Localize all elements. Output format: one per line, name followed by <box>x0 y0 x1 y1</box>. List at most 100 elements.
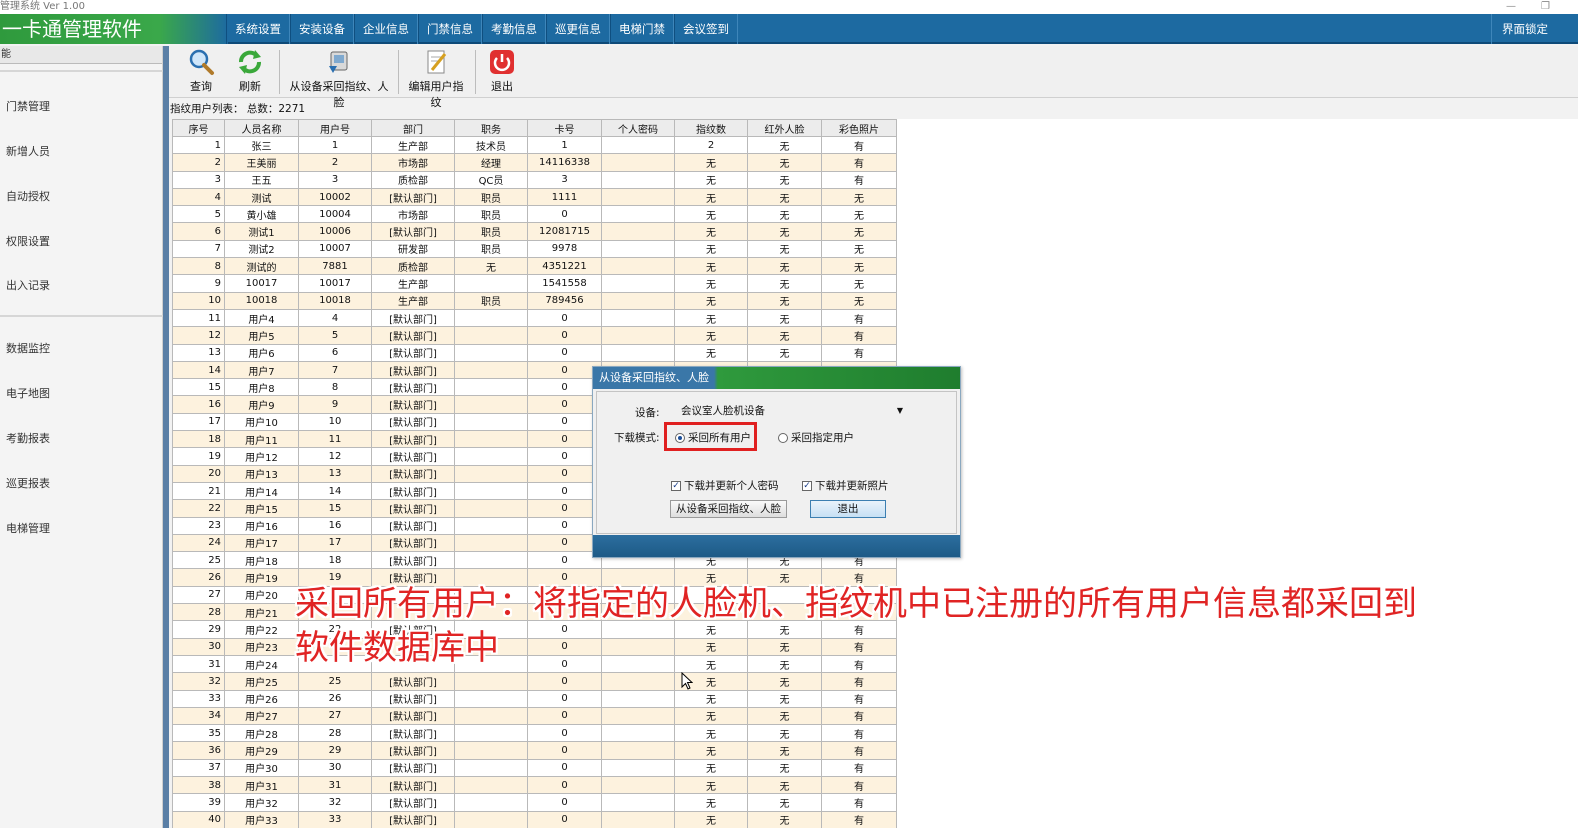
dialog-exit-button[interactable]: 退出 <box>810 500 886 518</box>
column-header[interactable]: 人员名称 <box>224 119 299 137</box>
query-button[interactable]: 查询 <box>185 48 217 94</box>
menu-items: 系统设置 安装设备 企业信息 门禁信息 考勤信息 巡更信息 电梯门禁 会议签到 <box>226 14 738 44</box>
menu-access-info[interactable]: 门禁信息 <box>418 14 482 44</box>
device-select[interactable]: 会议室人脸机设备 ▼ <box>675 402 909 420</box>
sidebar-item-data-monitor[interactable]: 数据监控 <box>6 340 50 356</box>
menu-company-info[interactable]: 企业信息 <box>354 14 418 44</box>
column-header[interactable]: 彩色照片 <box>821 119 897 137</box>
table-cell: 用户4 <box>224 308 299 328</box>
table-row[interactable]: 13 用户6 6 [默认部门] 0 无无有 <box>172 343 897 362</box>
table-row[interactable]: 7 测试2 10007 研发部 职员 9978 无无无 <box>172 239 897 259</box>
checkbox-update-photo[interactable]: ✓ 下载并更新照片 <box>802 478 889 493</box>
sidebar-item-auto-authorize[interactable]: 自动授权 <box>6 188 50 204</box>
table-row[interactable]: 9 10017 10017 生产部 1541558 无无无 <box>172 274 897 293</box>
sidebar-item-access-records[interactable]: 出入记录 <box>6 277 50 293</box>
lock-ui-button[interactable]: 界面锁定 <box>1491 14 1558 44</box>
exit-button[interactable]: 退出 <box>487 48 517 94</box>
sidebar-item-patrol-report[interactable]: 巡更报表 <box>6 475 50 491</box>
table-row[interactable]: 35 用户28 28 [默认部门] 0 无无有 <box>172 724 897 743</box>
sidebar-item-add-person[interactable]: 新增人员 <box>6 143 50 159</box>
dialog-fetch-button[interactable]: 从设备采回指纹、人脸 <box>670 500 787 518</box>
table-cell: 无 <box>747 689 822 708</box>
refresh-button[interactable]: 刷新 <box>234 48 266 94</box>
table-row[interactable]: 32 用户25 25 [默认部门] 0 无无有 <box>172 672 897 691</box>
table-row[interactable]: 12 用户5 5 [默认部门] 0 无无有 <box>172 326 897 345</box>
table-cell: 2 <box>674 135 748 155</box>
table-cell <box>454 326 528 345</box>
table-cell: 无 <box>674 239 748 259</box>
table-row[interactable]: 8 测试的 7881 质检部无 4351221 无无无 <box>172 257 897 276</box>
menu-patrol-info[interactable]: 巡更信息 <box>546 14 610 44</box>
table-cell: 测试1 <box>224 222 299 241</box>
radio-fetch-specific[interactable]: 采回指定用户 <box>778 430 854 445</box>
table-cell: [默认部门] <box>371 551 455 570</box>
table-row[interactable]: 1 张三 1 生产部 技术员 1 2 无有 <box>172 135 897 155</box>
table-cell: 用户17 <box>224 533 299 553</box>
table-cell: 17 <box>172 412 225 432</box>
table-cell: 0 <box>527 499 602 518</box>
sidebar-item-elevator-management[interactable]: 电梯管理 <box>6 520 50 536</box>
table-cell: 用户33 <box>224 810 299 828</box>
menu-system-settings[interactable]: 系统设置 <box>226 14 290 44</box>
column-header[interactable]: 序号 <box>172 119 225 137</box>
column-header[interactable]: 卡号 <box>527 119 602 137</box>
column-header[interactable]: 个人密码 <box>601 119 675 137</box>
table-cell: [默认部门] <box>371 810 455 828</box>
sidebar-item-access-control[interactable]: 门禁管理 <box>6 98 50 114</box>
table-row[interactable]: 36 用户29 29 [默认部门] 0 无无有 <box>172 741 897 760</box>
table-row[interactable]: 11 用户4 4 [默认部门] 0 无无有 <box>172 308 897 328</box>
table-cell <box>454 706 528 726</box>
restore-icon[interactable]: ❐ <box>1541 0 1550 14</box>
table-cell: 有 <box>821 689 897 708</box>
column-header[interactable]: 用户号 <box>298 119 372 137</box>
menu-install-device[interactable]: 安装设备 <box>290 14 354 44</box>
sidebar-splitter[interactable] <box>163 46 169 828</box>
column-header[interactable]: 红外人脸 <box>747 119 822 137</box>
table-cell: 用户6 <box>224 343 299 362</box>
minimize-icon[interactable]: — <box>1506 0 1516 14</box>
table-cell: 王美丽 <box>224 153 299 172</box>
table-cell: 10007 <box>298 239 372 259</box>
table-row[interactable]: 10 10018 10018 生产部 职员 789456 无无无 <box>172 291 897 310</box>
table-cell: 无 <box>747 758 822 777</box>
table-cell: 职员 <box>454 187 528 207</box>
table-cell: 1 <box>172 135 225 155</box>
checkbox-update-password[interactable]: ✓ 下载并更新个人密码 <box>671 478 779 493</box>
table-row[interactable]: 34 用户27 27 [默认部门] 0 无无有 <box>172 706 897 726</box>
table-row[interactable]: 4 测试 10002 [默认部门] 职员 1111 无无无 <box>172 187 897 207</box>
edit-fingerprint-button[interactable]: 编辑用户指纹 <box>404 48 468 110</box>
sidebar-item-e-map[interactable]: 电子地图 <box>6 385 50 401</box>
table-row[interactable]: 37 用户30 30 [默认部门] 0 无无有 <box>172 758 897 777</box>
table-cell: 28 <box>298 724 372 743</box>
app-brand: 一卡通管理软件 <box>0 14 228 44</box>
table-row[interactable]: 6 测试1 10006 [默认部门] 职员 12081715 无无无 <box>172 222 897 241</box>
table-cell: [默认部门] <box>371 672 455 691</box>
table-cell: 5 <box>298 326 372 345</box>
table-row[interactable]: 33 用户26 26 [默认部门] 0 无无有 <box>172 689 897 708</box>
table-cell: 用户16 <box>224 516 299 535</box>
table-cell: 34 <box>172 706 225 726</box>
menu-attendance-info[interactable]: 考勤信息 <box>482 14 546 44</box>
table-row[interactable]: 40 用户33 33 [默认部门] 0 无无有 <box>172 810 897 828</box>
table-cell: 1 <box>527 135 602 155</box>
table-cell: 用户24 <box>224 654 299 674</box>
table-cell: 0 <box>527 689 602 708</box>
sidebar-item-permission-settings[interactable]: 权限设置 <box>6 233 50 249</box>
table-row[interactable]: 39 用户32 32 [默认部门] 0 无无有 <box>172 793 897 812</box>
sidebar-item-attendance-report[interactable]: 考勤报表 <box>6 430 50 446</box>
table-cell: 无 <box>674 758 748 777</box>
table-row[interactable]: 5 黄小雄 10004 市场部 职员 0 无无无 <box>172 205 897 224</box>
table-row[interactable]: 38 用户31 31 [默认部门] 0 无无有 <box>172 775 897 795</box>
table-cell: [默认部门] <box>371 775 455 795</box>
menu-meeting-signin[interactable]: 会议签到 <box>674 14 738 44</box>
column-header[interactable]: 部门 <box>371 119 455 137</box>
column-header[interactable]: 指纹数 <box>674 119 748 137</box>
table-cell: 0 <box>527 793 602 812</box>
menu-elevator-access[interactable]: 电梯门禁 <box>610 14 674 44</box>
column-header[interactable]: 职务 <box>454 119 528 137</box>
list-caption: 指纹用户列表： 总数：2271 <box>170 103 306 115</box>
table-cell: 有 <box>821 343 897 362</box>
table-row[interactable]: 2 王美丽 2 市场部 经理 14116338 无无有 <box>172 153 897 172</box>
table-row[interactable]: 3 王五 3 质检部 QC员 3 无无有 <box>172 170 897 189</box>
sidebar: 能 门禁管理 新增人员 自动授权 权限设置 出入记录 数据监控 电子地图 考勤报… <box>0 46 163 828</box>
